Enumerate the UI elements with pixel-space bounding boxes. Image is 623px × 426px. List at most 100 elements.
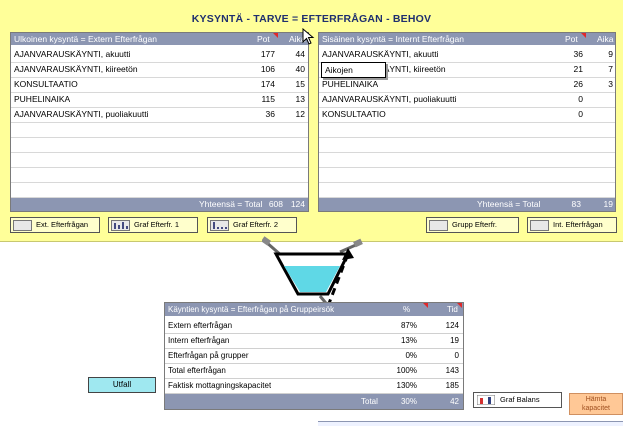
utfall-button[interactable]: Utfall: [88, 377, 156, 393]
row-pot: 174: [260, 79, 275, 89]
row-aika: 3: [608, 79, 613, 89]
graf-efterfr-2-button[interactable]: Graf Efterfr. 2: [207, 217, 297, 233]
summary-name-header: Käyntien kysyntä = Efterfrågan på Gruppe…: [168, 305, 335, 314]
table-row[interactable]: AJANVARAUSKÄYNTI, puoliakuutti 0: [319, 92, 615, 108]
summary-total-tid: 42: [450, 397, 459, 406]
row-name: AJANVARAUSKÄYNTI, akuutti: [14, 49, 131, 59]
total-label: Yhteensä = Total: [477, 199, 541, 209]
row-aika: 7: [608, 64, 613, 74]
row-aika: 12: [295, 109, 305, 119]
mouse-cursor-icon: [302, 28, 315, 45]
row-pot: 0: [578, 109, 583, 119]
table-row[interactable]: KONSULTAATIO 174 15: [11, 77, 308, 93]
row-pot: 115: [261, 94, 275, 104]
bar-chart-icon: [210, 220, 229, 231]
sort-marker-icon: [423, 303, 428, 308]
summary-row-pct: 0%: [405, 351, 417, 360]
row-pot: 36: [265, 109, 275, 119]
sort-marker-icon: [457, 303, 462, 308]
summary-total-pct: 30%: [400, 397, 417, 406]
hamta-label-line2: kapacitet: [581, 405, 611, 412]
table-row[interactable]: [319, 167, 615, 183]
row-aika: 40: [295, 64, 305, 74]
int-efterfragan-button[interactable]: Int. Efterfrågan: [527, 217, 617, 233]
graf-efterfr-1-button[interactable]: Graf Efterfr. 1: [108, 217, 198, 233]
summary-row-tid: 124: [445, 321, 459, 330]
summary-footer: Total 30% 42: [165, 394, 463, 409]
row-pot: 36: [573, 49, 583, 59]
table-row[interactable]: AJANVARAUSKÄYNTI, puoliakuutti 36 12: [11, 107, 308, 123]
table-row[interactable]: AJANVARAUSKÄYNTI, akuutti 36 9: [319, 47, 615, 63]
total-aika: 124: [290, 199, 305, 209]
ext-efterfragan-button[interactable]: Ext. Efterfrågan: [10, 217, 100, 233]
table-icon: [530, 220, 549, 231]
table-row[interactable]: AJANVARAUSKÄYNTI, kiireetön 106 40: [11, 62, 308, 78]
graf-balans-label: Graf Balans: [500, 395, 540, 404]
summary-row-tid: 19: [450, 336, 459, 345]
grid-footer: Yhteensä = Total 83 19: [319, 198, 615, 211]
tooltip: Aikojen: [321, 62, 386, 78]
bottom-panel-edge: [318, 421, 623, 426]
table-row[interactable]: [11, 167, 308, 183]
row-pot: 106: [260, 64, 275, 74]
table-row[interactable]: AJANVARAUSKÄYNTI, akuutti 177 44: [11, 47, 308, 63]
summary-row-name: Faktisk mottagningskapacitet: [168, 381, 272, 390]
page-title: KYSYNTÄ - TARVE = EFTERFRÅGAN - BEHOV: [191, 13, 432, 25]
row-pot: 177: [260, 49, 275, 59]
table-row[interactable]: [11, 182, 308, 198]
table-row[interactable]: KONSULTAATIO 0: [319, 107, 615, 123]
balance-chart-icon: [477, 395, 495, 405]
row-aika: 15: [295, 79, 305, 89]
pot-column-header[interactable]: Pot: [257, 33, 270, 45]
table-row[interactable]: [11, 152, 308, 168]
row-pot: 21: [573, 64, 583, 74]
hamta-label-line1: Hämta: [585, 396, 607, 403]
table-row: Efterfrågan på grupper 0% 0: [165, 348, 463, 364]
table-row[interactable]: PUHELINAIKA 26 3: [319, 77, 615, 93]
summary-table: Käyntien kysyntä = Efterfrågan på Gruppe…: [164, 302, 464, 410]
table-row[interactable]: [11, 137, 308, 153]
table-row: Faktisk mottagningskapacitet 130% 185: [165, 378, 463, 394]
row-aika: 9: [608, 49, 613, 59]
pot-column-header[interactable]: Pot: [565, 33, 578, 45]
row-name: AJANVARAUSKÄYNTI, puoliakuutti: [322, 94, 457, 104]
summary-row-pct: 130%: [396, 381, 417, 390]
table-row[interactable]: [319, 182, 615, 198]
table-row[interactable]: [11, 122, 308, 138]
grupp-efterfr-button[interactable]: Grupp Efterfr.: [426, 217, 519, 233]
summary-row-name: Efterfrågan på grupper: [168, 351, 249, 360]
grid-header: Ulkoinen kysyntä = Extern Efterfrågan Po…: [11, 33, 308, 45]
summary-total-label: Total: [361, 397, 378, 406]
table-row: Intern efterfrågan 13% 19: [165, 333, 463, 349]
row-name: PUHELINAIKA: [322, 79, 379, 89]
table-row[interactable]: [319, 152, 615, 168]
graf-balans-button[interactable]: Graf Balans: [473, 392, 562, 408]
table-icon: [13, 220, 32, 231]
aika-column-header[interactable]: Aika: [597, 33, 614, 45]
row-name: PUHELINAIKA: [14, 94, 71, 104]
pct-column-header: %: [403, 305, 411, 314]
utfall-label: Utfall: [112, 380, 132, 389]
table-icon: [429, 220, 448, 231]
summary-row-pct: 100%: [396, 366, 417, 375]
row-name: KONSULTAATIO: [322, 109, 386, 119]
sort-marker-icon: [581, 33, 586, 38]
row-aika: 13: [295, 94, 305, 104]
table-row[interactable]: [319, 137, 615, 153]
summary-row-tid: 0: [454, 351, 459, 360]
hamta-kapacitet-button[interactable]: Hämta kapacitet: [569, 393, 623, 415]
column-name-header: Sisäinen kysyntä = Internt Efterfrågan: [322, 34, 464, 44]
table-row[interactable]: PUHELINAIKA 115 13: [11, 92, 308, 108]
row-pot: 0: [578, 94, 583, 104]
total-aika: 19: [603, 199, 613, 209]
sort-marker-icon: [273, 33, 278, 38]
summary-row-name: Extern efterfrågan: [168, 321, 233, 330]
summary-row-name: Intern efterfrågan: [168, 336, 230, 345]
column-name-header: Ulkoinen kysyntä = Extern Efterfrågan: [14, 34, 157, 44]
grid-header: Sisäinen kysyntä = Internt Efterfrågan P…: [319, 33, 615, 45]
total-pot: 83: [571, 199, 581, 209]
table-row: Total efterfrågan 100% 143: [165, 363, 463, 379]
table-row: Extern efterfrågan 87% 124: [165, 318, 463, 334]
table-row[interactable]: [319, 122, 615, 138]
row-pot: 26: [573, 79, 583, 89]
